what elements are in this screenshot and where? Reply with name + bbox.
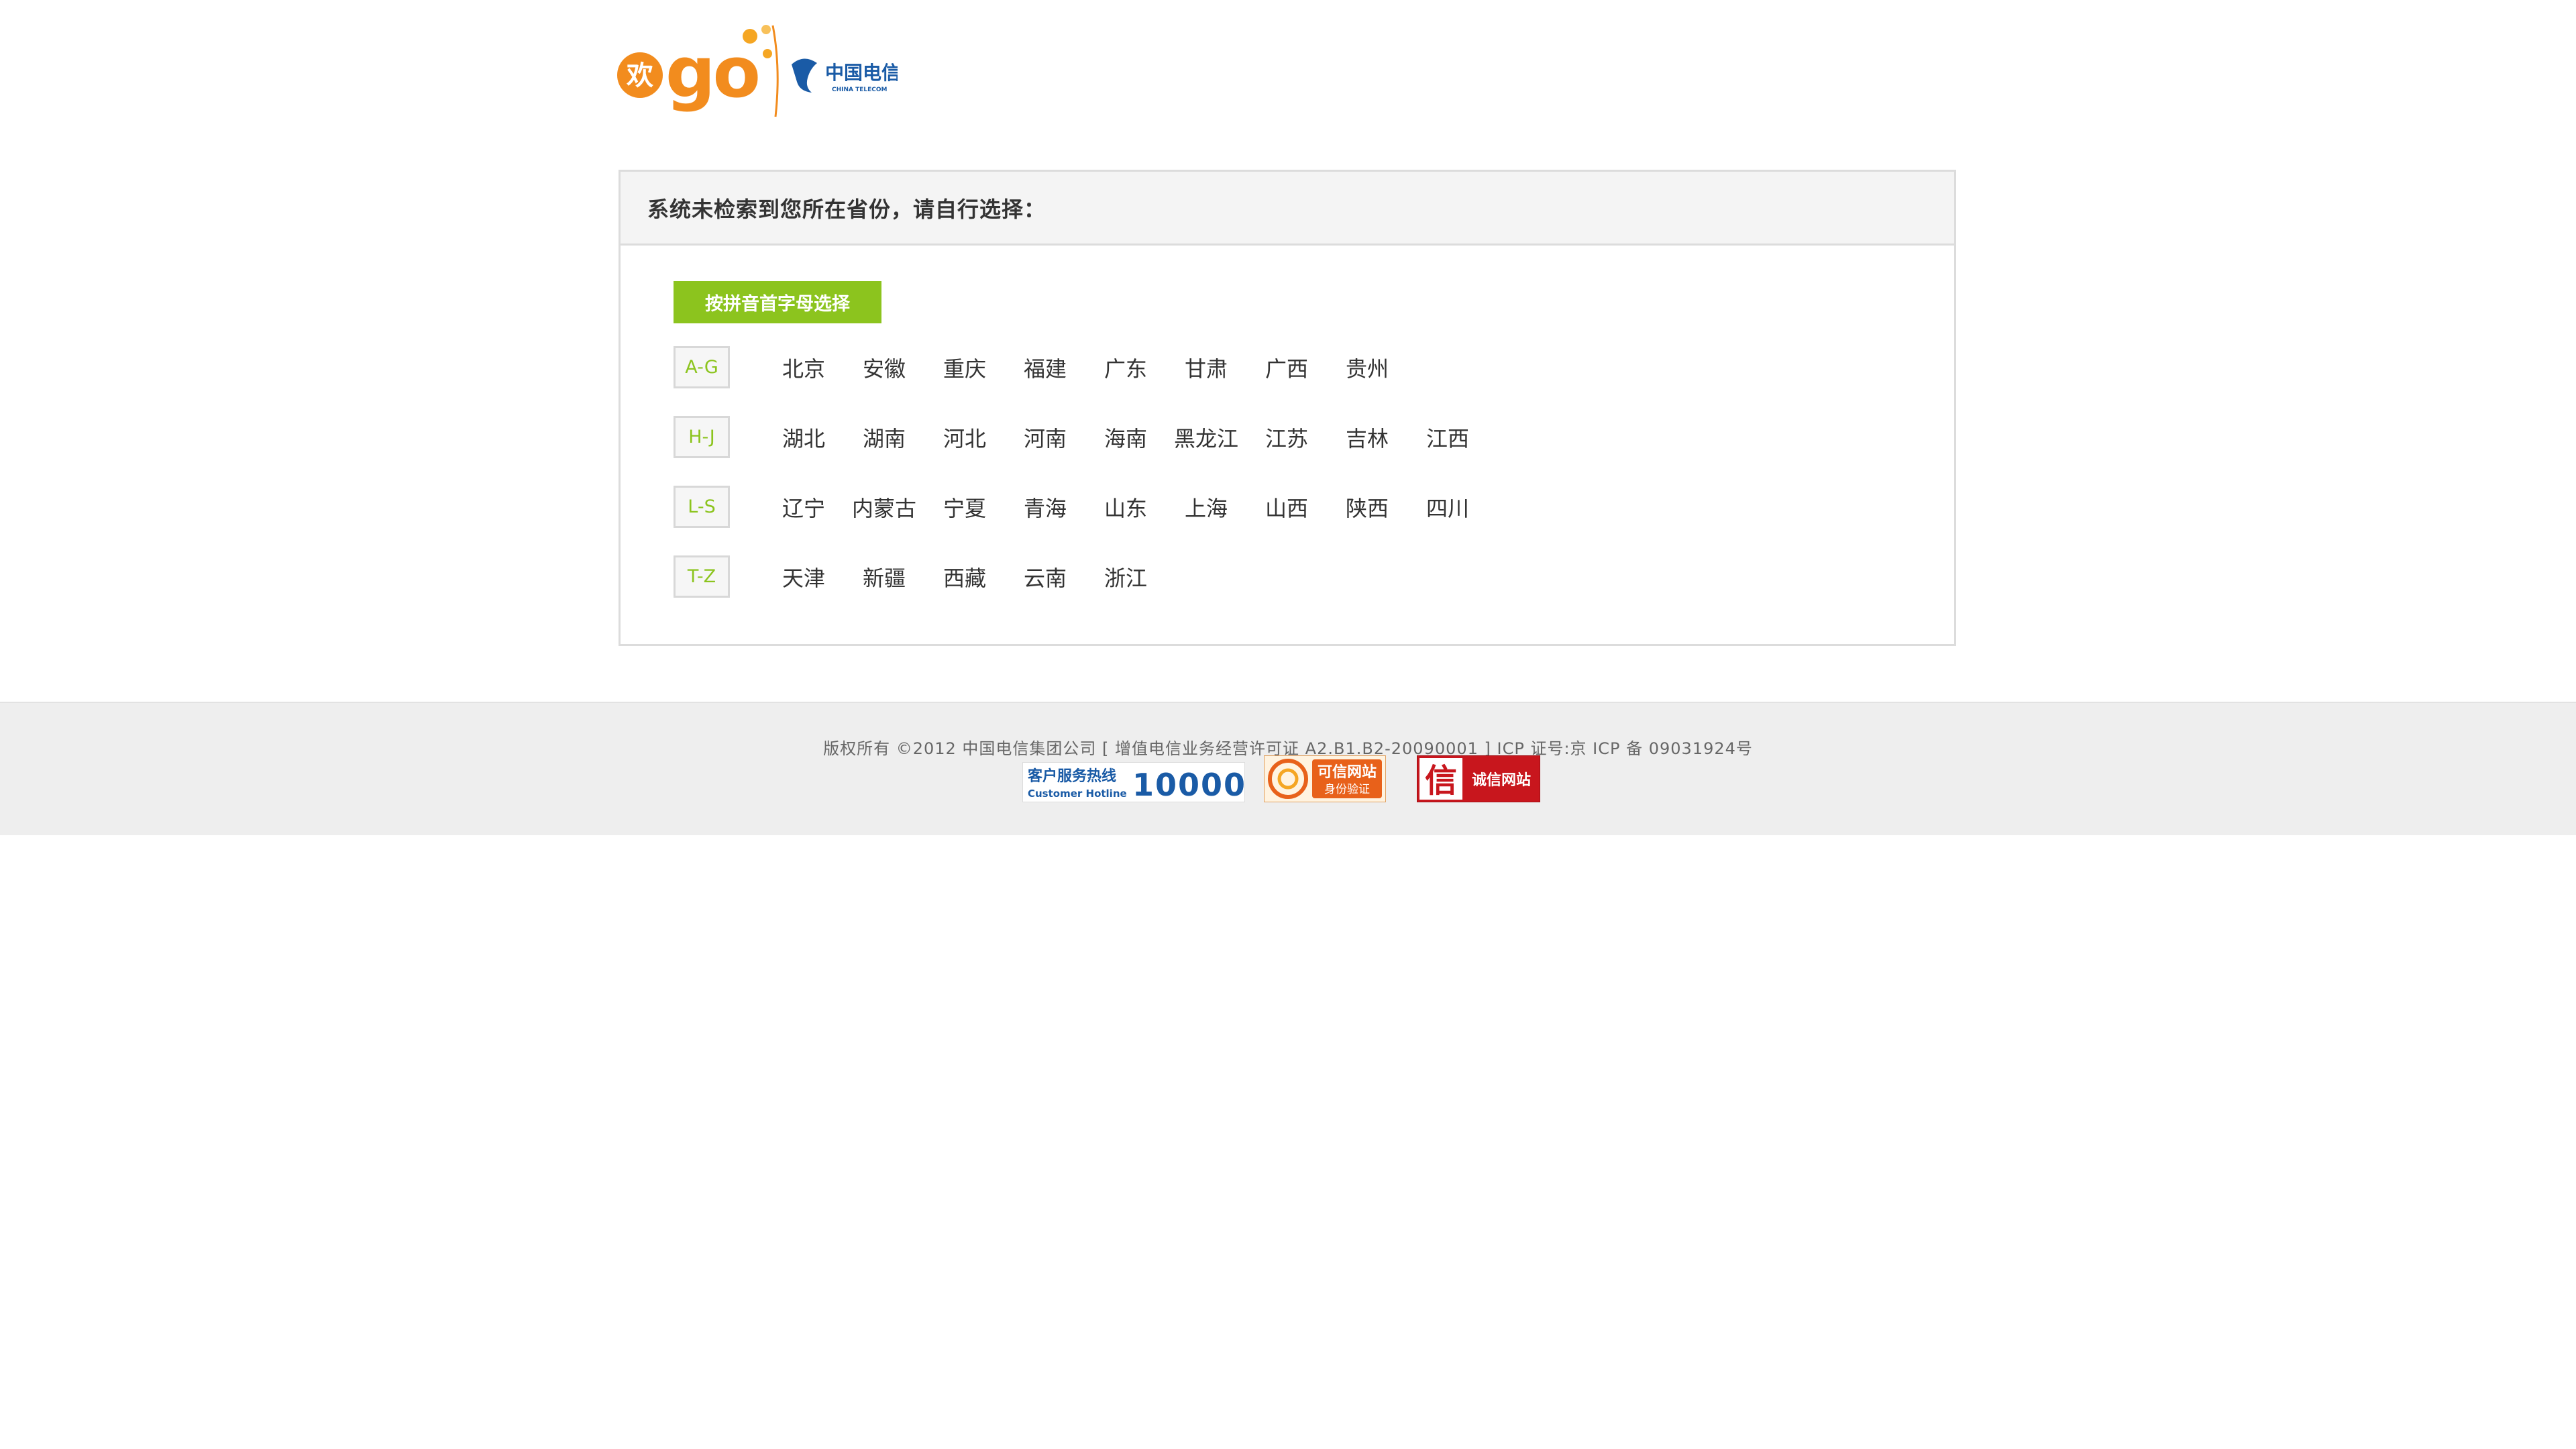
hotline-label-en: Customer Hotline (1028, 788, 1127, 800)
province-link[interactable]: 西藏 (924, 561, 1005, 592)
province-link[interactable]: 江苏 (1246, 422, 1327, 453)
letter-group-label: H-J (674, 416, 730, 458)
letter-group-label: L-S (674, 486, 730, 528)
province-link[interactable]: 福建 (1005, 352, 1085, 383)
province-list: 北京 安徽 重庆 福建 广东 甘肃 广西 贵州 (763, 352, 1407, 383)
site-footer: 版权所有 ©2012 中国电信集团公司 [ 增值电信业务经营许可证 A2.B1.… (0, 702, 2576, 835)
province-link[interactable]: 辽宁 (763, 492, 844, 523)
footer-badges: 客户服务热线 Customer Hotline 10000 可信网站 身份验证 … (0, 755, 2576, 816)
province-link[interactable]: 湖南 (844, 422, 924, 453)
province-link[interactable]: 贵州 (1327, 352, 1407, 383)
telecom-name-en: CHINA TELECOM (832, 87, 888, 93)
province-link[interactable]: 四川 (1407, 492, 1488, 523)
province-row-h-j: H-J 湖北 湖南 河北 河南 海南 黑龙江 江苏 吉林 江西 (674, 416, 1488, 458)
trusted-site-badge[interactable]: 可信网站 身份验证 (1264, 755, 1386, 802)
province-link[interactable]: 山东 (1085, 492, 1166, 523)
logo-go-text: go (665, 32, 758, 113)
page: 欢 go 中国电信 CHINA TELECOM 系统未检索到您所在省份，请自行选… (0, 0, 2576, 1449)
province-list: 湖北 湖南 河北 河南 海南 黑龙江 江苏 吉林 江西 (763, 422, 1488, 453)
province-link[interactable]: 甘肃 (1166, 352, 1246, 383)
integrity-xin-icon: 信 (1425, 762, 1457, 800)
province-link[interactable]: 湖北 (763, 422, 844, 453)
province-link[interactable]: 天津 (763, 561, 844, 592)
panel-title: 系统未检索到您所在省份，请自行选择： (621, 172, 1954, 246)
province-link[interactable]: 河南 (1005, 422, 1085, 453)
trusted-title: 可信网站 (1318, 763, 1377, 781)
province-link[interactable]: 黑龙江 (1166, 422, 1246, 453)
province-row-l-s: L-S 辽宁 内蒙古 宁夏 青海 山东 上海 山西 陕西 四川 (674, 486, 1488, 528)
telecom-name-cn: 中国电信 (825, 62, 898, 84)
province-row-a-g: A-G 北京 安徽 重庆 福建 广东 甘肃 广西 贵州 (674, 346, 1407, 388)
province-link[interactable]: 北京 (763, 352, 844, 383)
province-list: 辽宁 内蒙古 宁夏 青海 山东 上海 山西 陕西 四川 (763, 492, 1488, 523)
province-link[interactable]: 山西 (1246, 492, 1327, 523)
hotline-number: 10000 (1132, 767, 1245, 802)
integrity-site-badge[interactable]: 信 诚信网站 (1417, 755, 1540, 802)
hotline-badge[interactable]: 客户服务热线 Customer Hotline 10000 (1022, 762, 1245, 802)
province-link[interactable]: 安徽 (844, 352, 924, 383)
province-link[interactable]: 浙江 (1085, 561, 1166, 592)
province-link[interactable]: 青海 (1005, 492, 1085, 523)
province-link[interactable]: 河北 (924, 422, 1005, 453)
hotline-label-cn: 客户服务热线 (1028, 767, 1116, 785)
tab-pinyin-initial[interactable]: 按拼音首字母选择 (674, 281, 881, 323)
logo-bubble-small (763, 49, 772, 58)
letter-group-label: T-Z (674, 555, 730, 598)
province-list: 天津 新疆 西藏 云南 浙江 (763, 561, 1166, 592)
province-link[interactable]: 陕西 (1327, 492, 1407, 523)
province-link[interactable]: 内蒙古 (844, 492, 924, 523)
province-link[interactable]: 宁夏 (924, 492, 1005, 523)
province-link[interactable]: 吉林 (1327, 422, 1407, 453)
province-link[interactable]: 广西 (1246, 352, 1327, 383)
province-link[interactable]: 广东 (1085, 352, 1166, 383)
trusted-sub: 身份验证 (1324, 783, 1370, 796)
province-row-t-z: T-Z 天津 新疆 西藏 云南 浙江 (674, 555, 1166, 598)
logo-divider (771, 25, 779, 117)
logo-bubble-medium (761, 25, 771, 34)
site-logo[interactable]: 欢 go 中国电信 CHINA TELECOM (616, 21, 898, 121)
province-link[interactable]: 新疆 (844, 561, 924, 592)
province-link[interactable]: 海南 (1085, 422, 1166, 453)
letter-group-label: A-G (674, 346, 730, 388)
province-link[interactable]: 上海 (1166, 492, 1246, 523)
province-link[interactable]: 重庆 (924, 352, 1005, 383)
telecom-mark-icon (792, 58, 817, 93)
logo-bubble-large (743, 29, 757, 44)
province-link[interactable]: 云南 (1005, 561, 1085, 592)
integrity-title: 诚信网站 (1472, 771, 1531, 789)
province-link[interactable]: 江西 (1407, 422, 1488, 453)
province-panel: 系统未检索到您所在省份，请自行选择： 按拼音首字母选择 A-G 北京 安徽 重庆… (619, 170, 1956, 646)
logo-huan-char: 欢 (626, 60, 653, 91)
